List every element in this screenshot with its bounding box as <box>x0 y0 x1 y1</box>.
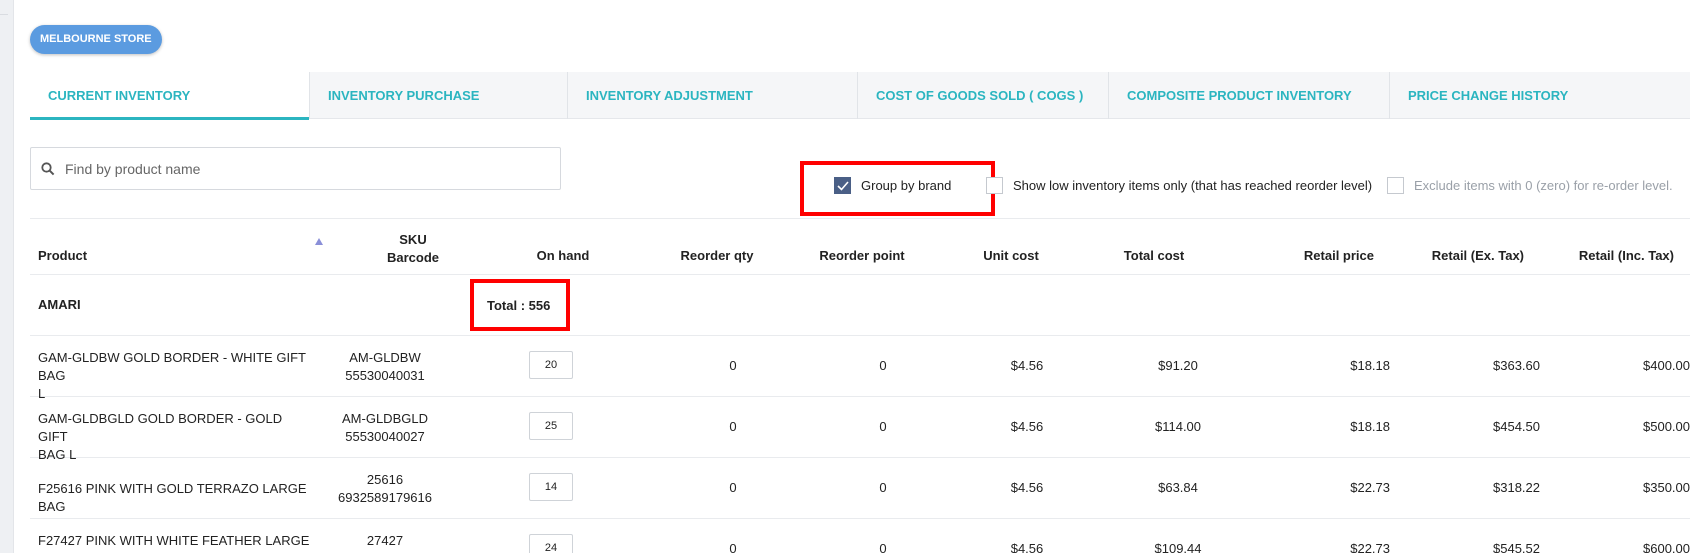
product-name: F27427 PINK WITH WHITE FEATHER LARGE GIF… <box>38 533 310 553</box>
sku-barcode: AM-GLDBW 55530040031 <box>345 350 425 383</box>
col-sku: SKU <box>399 232 427 247</box>
exclude-zero-label: Exclude items with 0 (zero) for re-order… <box>1414 178 1673 193</box>
table-row[interactable]: F27427 PINK WITH WHITE FEATHER LARGE GIF… <box>30 519 1690 553</box>
retail-inc-tax: $600.00 <box>1643 541 1690 553</box>
on-hand-input[interactable]: 20 <box>529 351 573 379</box>
tab-current-inventory[interactable]: CURRENT INVENTORY <box>30 72 310 120</box>
exclude-zero-checkbox[interactable] <box>1387 177 1404 194</box>
retail-inc-tax: $400.00 <box>1643 358 1690 373</box>
unit-cost: $4.56 <box>1010 419 1044 434</box>
retail-price: $22.73 <box>1350 541 1390 553</box>
low-inventory-checkbox[interactable] <box>986 177 1003 194</box>
retail-ex-tax: $363.60 <box>1493 358 1540 373</box>
header-top-divider <box>30 218 1690 219</box>
reorder-qty: 0 <box>729 480 737 495</box>
retail-price: $22.73 <box>1350 480 1390 495</box>
on-hand-input[interactable]: 25 <box>529 412 573 440</box>
tab-cogs[interactable]: COST OF GOODS SOLD ( COGS ) <box>858 72 1109 119</box>
inventory-tabs: CURRENT INVENTORY INVENTORY PURCHASE INV… <box>30 72 1690 120</box>
col-barcode: Barcode <box>386 250 440 265</box>
product-name: F25616 PINK WITH GOLD TERRAZO LARGE BAG <box>38 481 307 514</box>
retail-ex-tax: $545.52 <box>1493 541 1540 553</box>
search-input[interactable] <box>65 160 545 177</box>
col-retail-inc-tax[interactable]: Retail (Inc. Tax) <box>1544 248 1674 263</box>
highlight-box-group-by-brand <box>800 161 995 216</box>
total-cost: $109.44 <box>1154 541 1202 553</box>
header-bottom-divider <box>30 274 1690 275</box>
col-unit-cost[interactable]: Unit cost <box>971 248 1051 263</box>
col-retail-price[interactable]: Retail price <box>1254 248 1374 263</box>
reorder-qty: 0 <box>729 358 737 373</box>
tab-inventory-adjustment[interactable]: INVENTORY ADJUSTMENT <box>568 72 858 119</box>
retail-inc-tax: $350.00 <box>1643 480 1690 495</box>
product-name: GAM-GLDBW GOLD BORDER - WHITE GIFT BAG L <box>38 350 306 401</box>
search-icon <box>41 161 55 175</box>
reorder-point: 0 <box>879 419 887 434</box>
table-row[interactable]: F25616 PINK WITH GOLD TERRAZO LARGE BAG … <box>30 458 1690 519</box>
low-inventory-option: Show low inventory items only (that has … <box>986 177 1372 194</box>
sort-asc-icon[interactable] <box>315 238 323 245</box>
search-box <box>30 147 561 190</box>
col-reorder-point[interactable]: Reorder point <box>802 248 922 263</box>
total-cost: $91.20 <box>1158 358 1198 373</box>
col-reorder-qty[interactable]: Reorder qty <box>662 248 772 263</box>
low-inventory-label: Show low inventory items only (that has … <box>1013 178 1373 193</box>
tab-composite-product-inventory[interactable]: COMPOSITE PRODUCT INVENTORY <box>1109 72 1390 119</box>
reorder-point: 0 <box>879 480 887 495</box>
unit-cost: $4.56 <box>1010 541 1044 553</box>
retail-price: $18.18 <box>1350 358 1390 373</box>
product-name: GAM-GLDBGLD GOLD BORDER - GOLD GIFT BAG L <box>38 411 283 462</box>
unit-cost: $4.56 <box>1010 480 1044 495</box>
inventory-panel: MELBOURNE STORE CURRENT INVENTORY INVENT… <box>14 0 1704 553</box>
left-edge-strip <box>0 0 14 553</box>
exclude-zero-option: Exclude items with 0 (zero) for re-order… <box>1387 177 1673 194</box>
brand-group-name: AMARI <box>38 297 81 312</box>
total-cost: $63.84 <box>1158 480 1198 495</box>
table-row[interactable]: GAM-GLDBGLD GOLD BORDER - GOLD GIFT BAG L… <box>30 397 1690 462</box>
highlight-box-total <box>470 279 570 331</box>
unit-cost: $4.56 <box>1010 358 1044 373</box>
sku-barcode: 27427 <box>366 533 404 548</box>
edge-tick <box>0 14 8 15</box>
col-total-cost[interactable]: Total cost <box>1114 248 1194 263</box>
total-cost: $114.00 <box>1154 419 1202 434</box>
store-button[interactable]: MELBOURNE STORE <box>30 25 162 54</box>
table-row[interactable]: GAM-GLDBW GOLD BORDER - WHITE GIFT BAG L … <box>30 336 1690 401</box>
tab-price-change-history[interactable]: PRICE CHANGE HISTORY <box>1390 72 1690 119</box>
on-hand-input[interactable]: 14 <box>529 473 573 501</box>
retail-ex-tax: $318.22 <box>1493 480 1540 495</box>
sku-barcode: 25616 6932589179616 <box>338 472 432 505</box>
sku-barcode: AM-GLDBGLD 55530040027 <box>342 411 428 444</box>
reorder-point: 0 <box>879 541 887 553</box>
col-product[interactable]: Product <box>38 248 87 263</box>
retail-price: $18.18 <box>1350 419 1390 434</box>
reorder-point: 0 <box>879 358 887 373</box>
col-retail-ex-tax[interactable]: Retail (Ex. Tax) <box>1404 248 1524 263</box>
on-hand-input[interactable]: 24 <box>529 534 573 553</box>
retail-ex-tax: $454.50 <box>1493 419 1540 434</box>
reorder-qty: 0 <box>729 419 737 434</box>
reorder-qty: 0 <box>729 541 737 553</box>
col-sku-barcode[interactable]: SKU Barcode <box>348 231 478 267</box>
col-on-hand[interactable]: On hand <box>523 248 603 263</box>
retail-inc-tax: $500.00 <box>1643 419 1690 434</box>
tab-inventory-purchase[interactable]: INVENTORY PURCHASE <box>310 72 568 119</box>
